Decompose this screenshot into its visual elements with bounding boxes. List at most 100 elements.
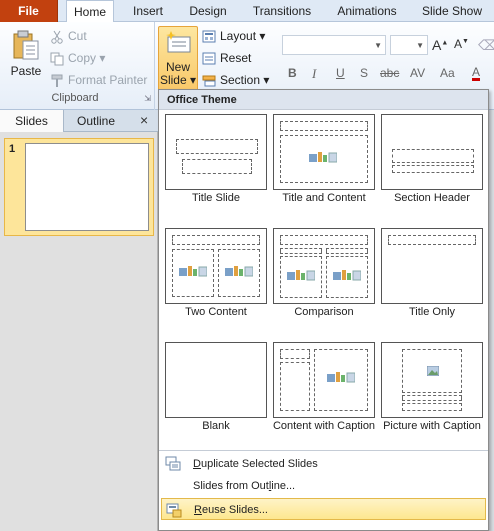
section-icon	[202, 75, 216, 87]
title-placeholder	[280, 235, 368, 245]
layout-caption: Title Only	[408, 306, 456, 318]
reuse-slides-item[interactable]: Reuse Slides...	[161, 498, 486, 520]
layout-thumbnail	[273, 228, 375, 304]
tab-design[interactable]: Design	[181, 0, 235, 22]
tab-home[interactable]: Home	[66, 0, 114, 23]
new-slide-label-line2: Slide	[159, 73, 187, 87]
new-slide-gallery: Office Theme Title Slide Title and Conte…	[158, 89, 489, 531]
layout-caption: Comparison	[294, 306, 354, 318]
layout-thumbnail	[165, 228, 267, 304]
copy-button[interactable]: Copy ▾	[50, 48, 105, 68]
layout-caption: Section Header	[394, 192, 470, 204]
duplicate-selected-slides-label: Duplicate Selected Slides	[193, 453, 318, 475]
chevron-down-icon: ▼	[416, 41, 424, 50]
bold-button[interactable]: B	[288, 66, 297, 80]
layout-caption: Title and Content	[282, 192, 366, 204]
underline-button[interactable]: U	[336, 66, 345, 80]
layout-icon	[202, 30, 216, 43]
content-objects-icon	[225, 266, 253, 277]
character-spacing-button[interactable]: AV	[410, 66, 425, 80]
font-size-combobox[interactable]: ▼	[390, 35, 428, 55]
section-label: Section	[220, 73, 261, 87]
paste-button[interactable]: Paste	[6, 28, 46, 86]
clear-formatting-icon[interactable]: ⌫	[478, 37, 494, 54]
shrink-font-button[interactable]: A▼	[454, 37, 469, 51]
copy-icon	[50, 52, 64, 66]
content-placeholder-right	[326, 256, 368, 298]
title-placeholder	[280, 349, 310, 359]
format-painter-label: Format Painter	[68, 73, 148, 87]
layout-caption: Two Content	[185, 306, 247, 318]
reset-icon	[202, 52, 216, 65]
gallery-divider	[159, 450, 488, 451]
slide-thumbnail-selected[interactable]: 1	[4, 138, 154, 236]
tab-slide-show[interactable]: Slide Show	[414, 0, 490, 22]
title-placeholder	[176, 139, 258, 154]
title-placeholder	[402, 395, 462, 401]
new-slide-icon	[166, 31, 191, 53]
content-placeholder-left	[280, 256, 322, 298]
tab-file[interactable]: File	[0, 0, 58, 22]
scissors-icon	[51, 30, 63, 44]
layout-caption: Blank	[202, 420, 230, 432]
title-placeholder	[392, 149, 474, 163]
label-part: Slides from Out	[193, 480, 269, 492]
layout-thumbnail	[165, 342, 267, 418]
text-placeholder	[392, 165, 474, 173]
text-shadow-button[interactable]: S	[360, 66, 368, 80]
new-slide-button[interactable]: New Slide ▾	[158, 26, 198, 92]
layout-thumbnail	[273, 114, 375, 190]
reuse-slides-icon	[166, 503, 182, 518]
strikethrough-button[interactable]: abc	[380, 66, 399, 80]
paste-icon	[13, 30, 39, 60]
tab-outline[interactable]: Outline	[64, 110, 128, 132]
content-objects-icon	[287, 270, 315, 281]
new-slide-label-line1: New	[165, 60, 190, 74]
reset-button[interactable]: Reset	[202, 48, 251, 68]
layout-caption: Content with Caption	[272, 420, 376, 432]
picture-icon	[427, 366, 439, 376]
picture-placeholder	[402, 349, 462, 393]
cut-label: Cut	[68, 29, 87, 43]
cut-button[interactable]: Cut	[50, 26, 87, 46]
grow-font-button[interactable]: A▲	[432, 37, 448, 53]
content-placeholder	[314, 349, 368, 411]
clipboard-group-label: Clipboard	[51, 92, 99, 104]
format-painter-button[interactable]: Format Painter	[50, 70, 147, 90]
tab-animations[interactable]: Animations	[329, 0, 405, 22]
italic-button[interactable]: I	[312, 66, 316, 82]
layout-thumbnail	[273, 342, 375, 418]
layout-thumbnail	[381, 228, 483, 304]
slide-thumbnail[interactable]	[25, 143, 149, 231]
title-placeholder	[172, 235, 260, 245]
dialog-launcher-icon[interactable]: ⇲	[144, 94, 151, 103]
format-painter-icon	[51, 74, 63, 87]
content-objects-icon	[333, 270, 361, 281]
close-icon[interactable]: ×	[140, 112, 148, 128]
font-color-button[interactable]: A	[472, 66, 481, 81]
subtitle-placeholder	[182, 159, 252, 174]
label-part: euse Slides...	[201, 504, 268, 516]
reset-label: Reset	[220, 51, 252, 65]
tab-transitions[interactable]: Transitions	[244, 0, 320, 22]
slides-from-outline-label: Slides from Outline...	[193, 475, 295, 497]
tab-insert[interactable]: Insert	[122, 0, 174, 22]
caption-placeholder	[402, 403, 462, 411]
layout-button[interactable]: Layout ▾	[202, 26, 265, 46]
accelerator-key: R	[194, 504, 202, 516]
duplicate-selected-slides-item[interactable]: Duplicate Selected Slides	[161, 453, 486, 475]
heading-placeholder-right	[326, 248, 368, 254]
tab-slides[interactable]: Slides	[0, 110, 64, 132]
title-placeholder	[280, 121, 368, 131]
heading-placeholder-left	[280, 248, 322, 254]
change-case-button[interactable]: Aa	[440, 66, 455, 80]
font-name-combobox[interactable]: ▼	[282, 35, 386, 55]
slides-panel: Slides Outline × 1	[0, 110, 158, 531]
shrink-font-label: A	[454, 37, 463, 51]
slides-from-outline-item[interactable]: Slides from Outline...	[161, 475, 486, 497]
content-objects-icon	[179, 266, 207, 277]
chevron-down-icon: ▼	[374, 41, 382, 50]
duplicate-slides-icon	[165, 456, 181, 471]
section-button[interactable]: Section ▾	[202, 70, 269, 90]
layout-thumbnail	[165, 114, 267, 190]
